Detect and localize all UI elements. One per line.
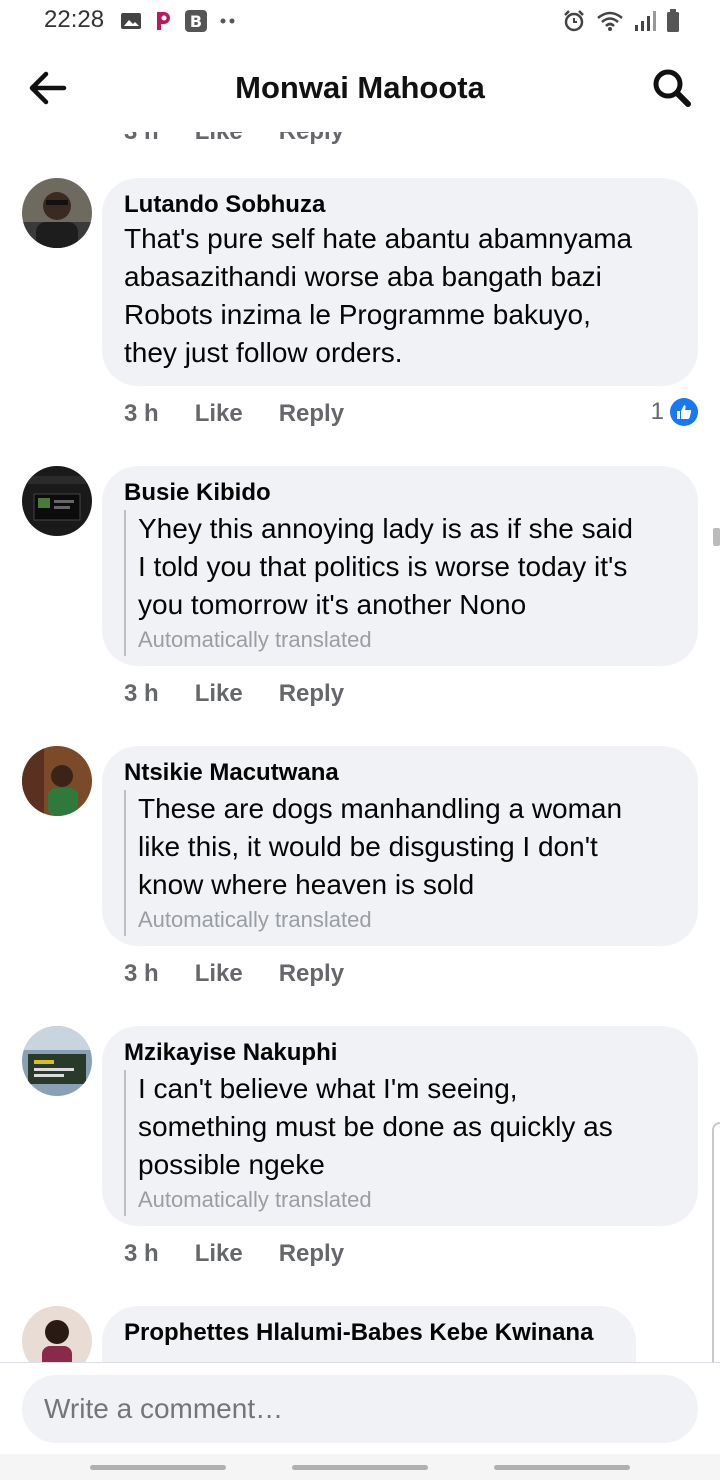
page-title: Monwai Mahoota	[235, 70, 485, 105]
comment-time: 3 h	[124, 1240, 159, 1267]
like-button[interactable]: Like	[195, 400, 243, 428]
comment-author[interactable]: Lutando Sobhuza	[124, 190, 676, 220]
comment-author[interactable]: Prophettes Hlalumi-Babes Kebe Kwinana	[124, 1318, 614, 1348]
like-button[interactable]: Like	[195, 132, 243, 146]
comment-bubble[interactable]: Ntsikie Macutwana These are dogs manhand…	[102, 746, 698, 946]
wifi-icon	[597, 11, 623, 31]
auto-translated-label[interactable]: Automatically translated	[138, 624, 676, 656]
reaction-summary[interactable]: 1	[651, 398, 698, 426]
reply-button[interactable]: Reply	[279, 1240, 344, 1268]
avatar[interactable]	[22, 1306, 92, 1362]
comment-bubble[interactable]: Prophettes Hlalumi-Babes Kebe Kwinana	[102, 1306, 636, 1362]
avatar[interactable]	[22, 746, 92, 816]
like-button[interactable]: Like	[195, 960, 243, 988]
comment-composer	[0, 1362, 720, 1454]
header: Monwai Mahoota	[0, 44, 720, 132]
status-time: 22:28	[44, 6, 105, 33]
translated-comment: Yhey this annoying lady is as if she sai…	[124, 510, 676, 656]
reaction-count: 1	[650, 398, 664, 425]
comment-author[interactable]: Busie Kibido	[124, 478, 676, 508]
more-dots-icon	[220, 18, 235, 24]
status-notification-icons: B	[120, 9, 236, 33]
comment-time: 3 h	[124, 960, 159, 987]
reply-button[interactable]: Reply	[279, 960, 344, 988]
comments-feed[interactable]: 3 h Like Reply Lutando Sobhuza That's pu…	[0, 132, 720, 1362]
like-button[interactable]: Like	[195, 680, 243, 708]
home-button[interactable]	[292, 1465, 428, 1470]
comment-author[interactable]: Ntsikie Macutwana	[124, 758, 676, 788]
comment-actions: 3 h Like Reply	[124, 400, 344, 428]
comment-actions: 3 h Like Reply	[124, 680, 344, 708]
comment-time: 3 h	[124, 132, 159, 146]
reply-button[interactable]: Reply	[279, 400, 344, 428]
comment-actions: 3 h Like Reply	[124, 960, 344, 988]
comment-actions: 3 h Like Reply	[124, 1240, 344, 1268]
comment-text: Yhey this annoying lady is as if she sai…	[138, 513, 633, 620]
search-icon	[653, 69, 691, 107]
comment-text: These are dogs manhandling a woman like …	[138, 793, 623, 900]
alarm-icon	[564, 10, 584, 32]
system-nav-bar	[0, 1454, 720, 1480]
avatar[interactable]	[22, 178, 92, 248]
reply-button[interactable]: Reply	[279, 132, 344, 146]
auto-translated-label[interactable]: Automatically translated	[138, 1184, 676, 1216]
signal-icon	[635, 11, 656, 31]
b-app-icon: B	[185, 10, 207, 32]
previous-comment-actions: 3 h Like Reply	[124, 132, 344, 146]
thumbs-up-icon	[670, 398, 698, 426]
back-nav-button[interactable]	[494, 1465, 630, 1470]
status-bar: 22:28 B	[0, 0, 720, 44]
comment-author[interactable]: Mzikayise Nakuphi	[124, 1038, 676, 1068]
like-button[interactable]: Like	[195, 1240, 243, 1268]
comment-input[interactable]	[22, 1375, 698, 1443]
battery-icon	[667, 9, 679, 32]
scroll-indicator	[713, 528, 720, 546]
reply-button[interactable]: Reply	[279, 680, 344, 708]
comment-time: 3 h	[124, 400, 159, 427]
auto-translated-label[interactable]: Automatically translated	[138, 904, 676, 936]
recents-button[interactable]	[90, 1465, 226, 1470]
comment-text: That's pure self hate abantu abamnyama a…	[124, 223, 633, 368]
comment-bubble[interactable]: Lutando Sobhuza That's pure self hate ab…	[102, 178, 698, 386]
comment-bubble[interactable]: Busie Kibido Yhey this annoying lady is …	[102, 466, 698, 666]
search-button[interactable]	[650, 66, 694, 110]
avatar[interactable]	[22, 466, 92, 536]
picsart-icon	[157, 12, 170, 30]
translated-comment: I can't believe what I'm seeing, somethi…	[124, 1070, 676, 1216]
comment-bubble[interactable]: Mzikayise Nakuphi I can't believe what I…	[102, 1026, 698, 1226]
translated-comment: These are dogs manhandling a woman like …	[124, 790, 676, 936]
svg-text:B: B	[190, 12, 202, 31]
avatar[interactable]	[22, 1026, 92, 1096]
comment-time: 3 h	[124, 680, 159, 707]
status-system-icons	[562, 9, 680, 33]
comment-text: I can't believe what I'm seeing, somethi…	[138, 1073, 613, 1180]
edge-panel-handle[interactable]	[712, 1122, 720, 1362]
gallery-icon	[121, 13, 141, 29]
